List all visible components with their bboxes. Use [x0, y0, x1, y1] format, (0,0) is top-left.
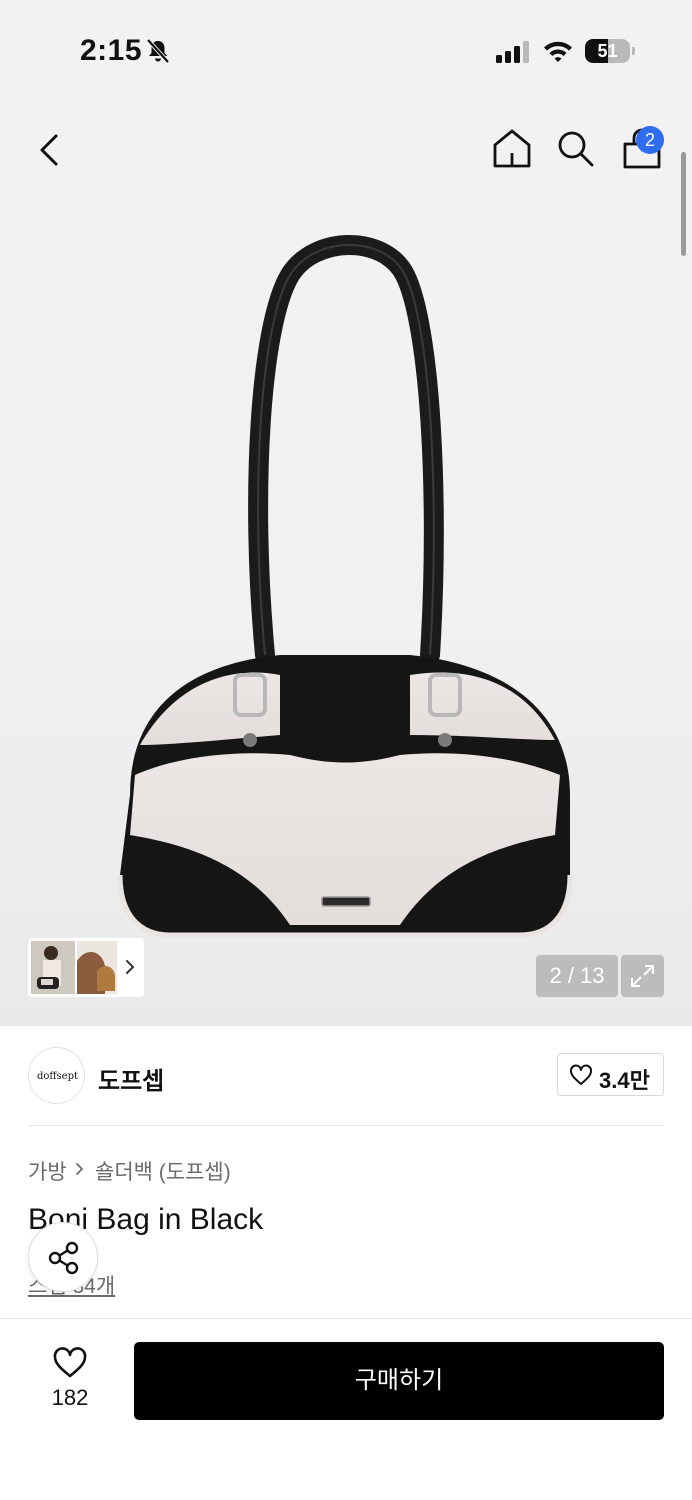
status-time: 2:15 [80, 34, 143, 67]
share-button[interactable] [28, 1222, 98, 1292]
thumbnail-image[interactable] [77, 941, 117, 994]
brand-logo-text: doffsept [37, 1071, 78, 1082]
wifi-icon [544, 41, 572, 62]
cart-count-badge: 2 [636, 126, 664, 154]
breadcrumb-subcategory[interactable]: 숄더백 (도프셉) [95, 1156, 231, 1186]
product-like-button[interactable]: 182 [40, 1343, 100, 1413]
brand-row: doffsept 도프셉 3.4만 [0, 1026, 692, 1126]
brand-like-count: 3.4만 [599, 1068, 650, 1093]
chevron-right-icon [126, 960, 134, 974]
divider [28, 1125, 664, 1126]
product-image[interactable] [100, 235, 590, 955]
thumbnail-strip[interactable] [28, 938, 144, 997]
scrollbar[interactable] [681, 152, 686, 256]
fullscreen-button[interactable] [621, 955, 664, 997]
chevron-right-icon [76, 1163, 83, 1175]
thumbnail-image[interactable] [31, 941, 75, 994]
brand-name[interactable]: 도프셉 [98, 1061, 164, 1096]
search-button[interactable] [555, 128, 595, 168]
product-gallery[interactable]: 2:15 51 2 2 / 13 [0, 0, 692, 1026]
brand-logo[interactable]: doffsept [28, 1047, 85, 1104]
status-bar: 2:15 51 [0, 0, 692, 100]
heart-icon [570, 1064, 592, 1085]
product-like-count: 182 [51, 1385, 89, 1410]
bottom-action-bar: 182 구매하기 [0, 1318, 692, 1500]
image-page-counter: 2 / 13 [536, 955, 618, 997]
battery-percent: 51 [597, 41, 618, 61]
heart-icon [53, 1347, 87, 1378]
back-button[interactable] [30, 128, 70, 172]
bell-off-icon [146, 38, 170, 64]
share-icon [48, 1241, 79, 1275]
home-button[interactable] [490, 126, 534, 170]
expand-icon [631, 965, 654, 987]
cellular-signal-icon [496, 41, 529, 63]
battery-icon: 51 [585, 39, 635, 65]
buy-button[interactable]: 구매하기 [134, 1342, 664, 1420]
breadcrumb-category[interactable]: 가방 [28, 1156, 67, 1186]
brand-like-button[interactable]: 3.4만 [557, 1053, 664, 1096]
